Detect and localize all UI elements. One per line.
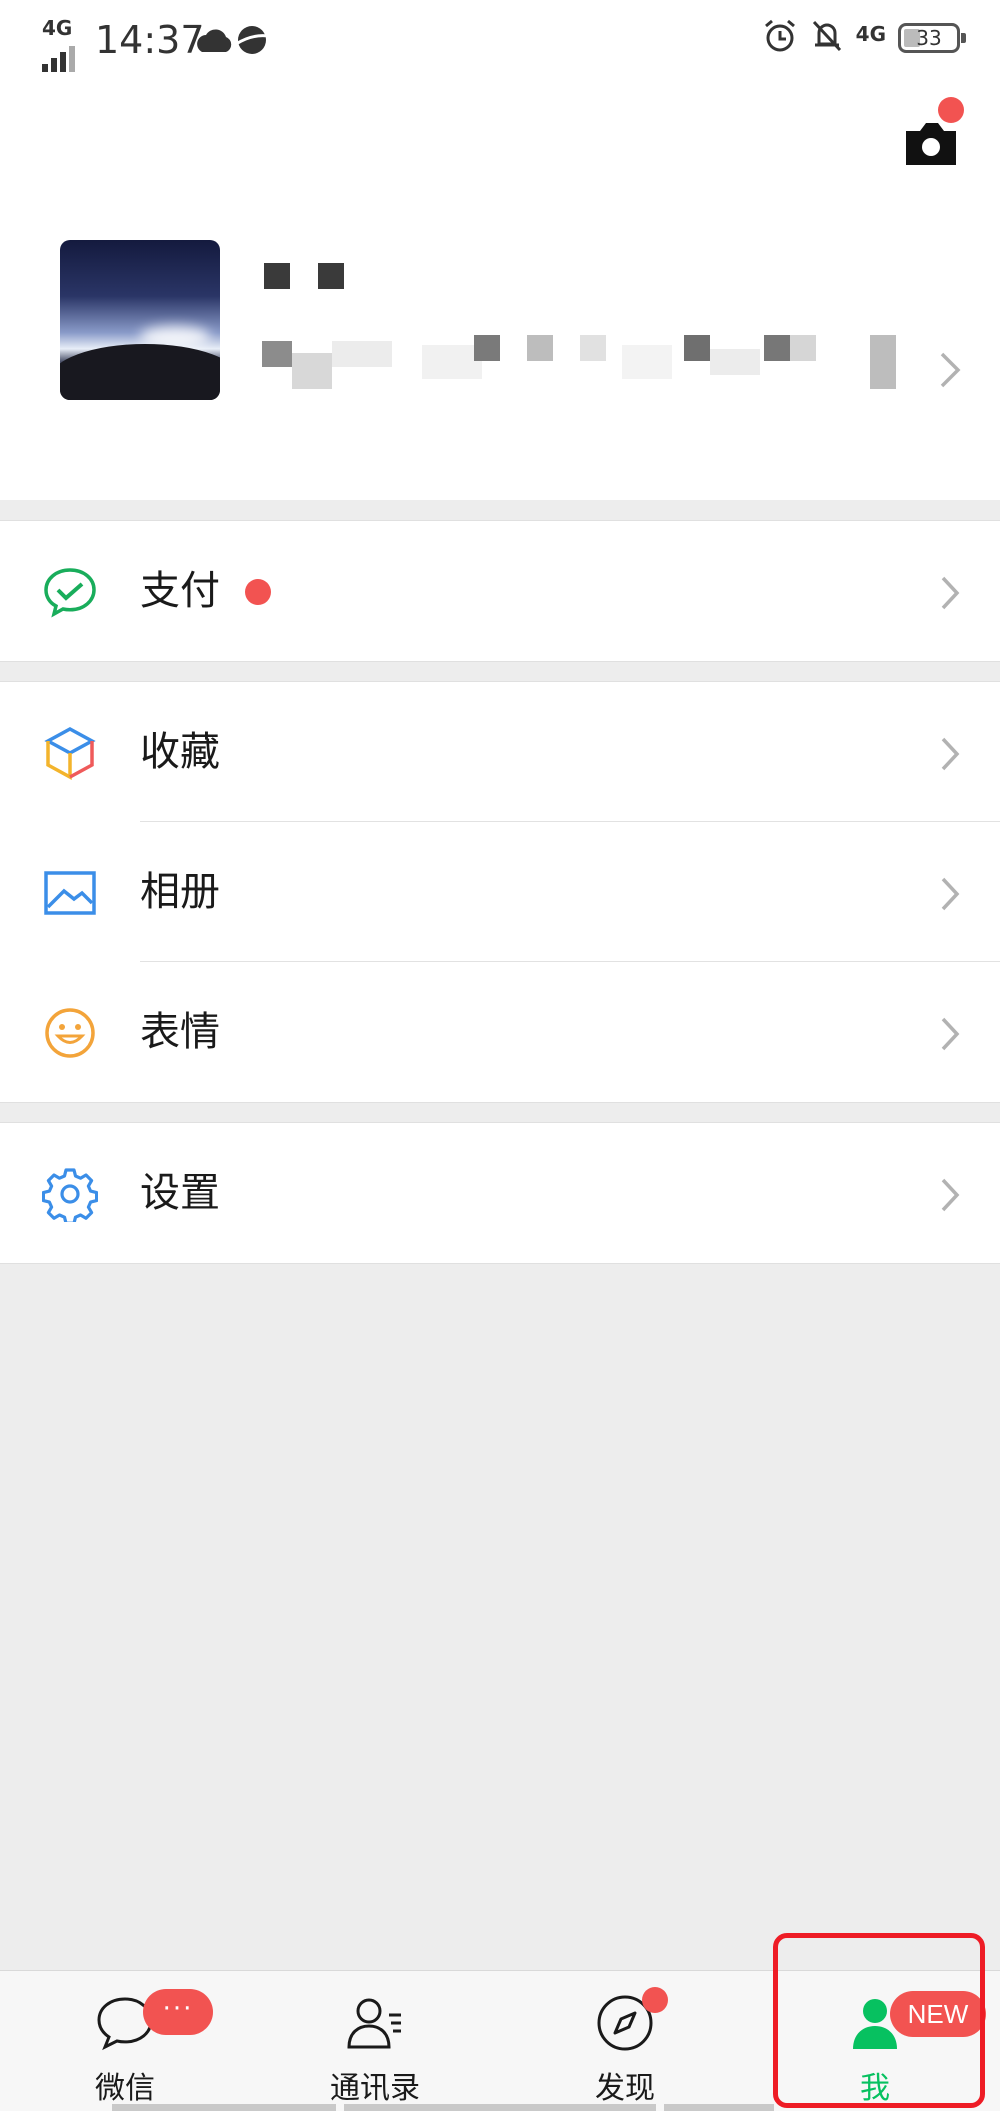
battery-level: 33 [916, 26, 942, 50]
profile-header[interactable] [0, 80, 1000, 500]
profile-name [262, 263, 352, 297]
menu-item-label: 收藏 [140, 729, 220, 775]
menu-item-pay[interactable]: 支付 [0, 521, 1000, 661]
chevron-right-icon [940, 1016, 962, 1056]
avatar[interactable] [60, 240, 220, 400]
discover-badge-dot [642, 1987, 668, 2013]
tab-label: 发现 [595, 2071, 655, 2106]
menu-item-label: 相册 [140, 869, 220, 915]
chevron-right-icon [940, 575, 962, 615]
battery-icon: 33 [898, 23, 966, 53]
chevron-right-icon [940, 1177, 962, 1217]
contacts-icon [345, 1993, 405, 2053]
tab-chats[interactable]: ··· 微信 [0, 1971, 250, 2111]
highlight-annotation [773, 1933, 985, 2108]
home-indicator [664, 2104, 774, 2111]
gear-icon [41, 1166, 99, 1225]
network-type-right: 4G [855, 22, 886, 46]
tab-label: 微信 [95, 2071, 155, 2106]
chevron-right-icon [940, 736, 962, 776]
menu-item-label: 表情 [140, 1009, 220, 1055]
chevron-right-icon [938, 350, 962, 394]
menu-item-favorites[interactable]: 收藏 [0, 682, 1000, 822]
menu-item-settings[interactable]: 设置 [0, 1123, 1000, 1263]
clock: 14:37 [95, 18, 205, 62]
wechat-id [262, 335, 902, 395]
status-bar: 4G 14:37 4G 33 [0, 0, 1000, 80]
camera-badge-dot [938, 97, 964, 123]
smile-icon [42, 1005, 98, 1061]
image-icon [42, 865, 98, 921]
menu-item-label: 支付 [140, 568, 220, 614]
menu-group-settings: 设置 [0, 1122, 1000, 1264]
unread-badge: ··· [143, 1989, 213, 2035]
weather-icon [196, 22, 272, 62]
home-indicator [112, 2104, 336, 2111]
menu-item-label: 设置 [140, 1170, 220, 1216]
tab-discover[interactable]: 发现 [500, 1971, 750, 2111]
wechat-pay-icon [42, 564, 98, 620]
mute-icon [810, 18, 844, 58]
tab-label: 通讯录 [330, 2071, 420, 2106]
menu-item-album[interactable]: 相册 [0, 822, 1000, 962]
pay-badge-dot [245, 579, 271, 605]
alarm-icon [762, 18, 798, 58]
menu-group-main: 收藏 相册 表情 [0, 681, 1000, 1103]
cube-icon [42, 725, 98, 781]
home-indicator [344, 2104, 656, 2111]
menu-item-stickers[interactable]: 表情 [0, 962, 1000, 1102]
network-type: 4G [42, 16, 73, 40]
chevron-right-icon [940, 876, 962, 916]
menu-group-pay: 支付 [0, 520, 1000, 662]
tab-contacts[interactable]: 通讯录 [250, 1971, 500, 2111]
